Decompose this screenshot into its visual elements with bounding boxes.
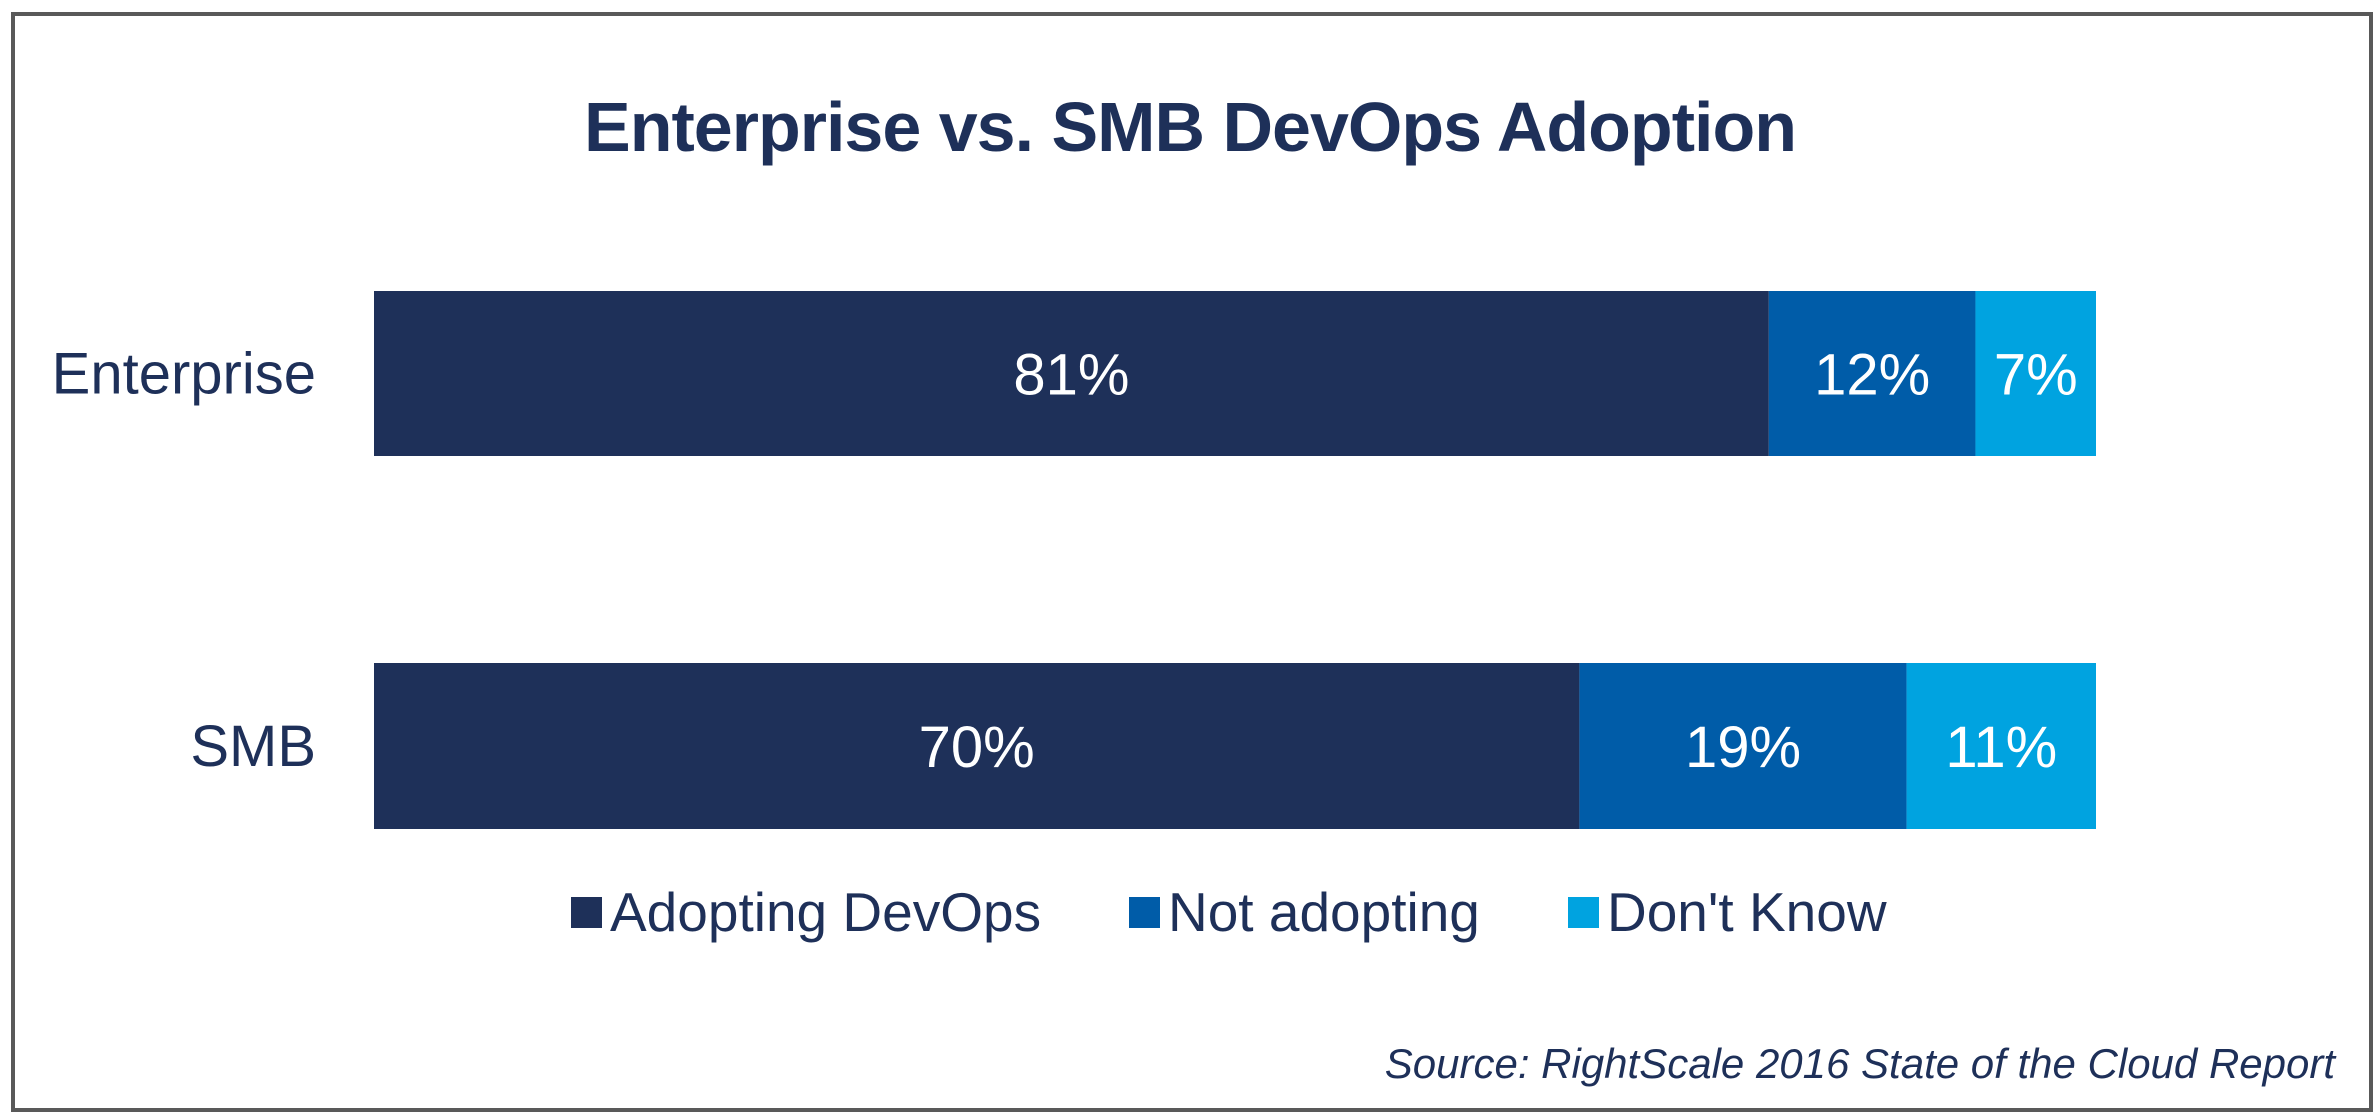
legend-swatch-not-adopting xyxy=(1129,896,1160,928)
legend-label-adopting: Adopting DevOps xyxy=(610,880,1042,943)
data-label-enterprise-not-adopting: 12% xyxy=(1814,343,1930,408)
legend-label-not-adopting: Not adopting xyxy=(1168,880,1480,943)
source-note: Source: RightScale 2016 State of the Clo… xyxy=(1384,1040,2335,1087)
category-label-enterprise: Enterprise xyxy=(52,342,316,407)
stacked-bar-chart: Enterprise 81% 12% 7% SMB 70% 19% 11% xyxy=(52,291,2096,829)
data-label-enterprise-adopting-devops: 81% xyxy=(1013,343,1129,408)
category-label-smb: SMB xyxy=(190,714,316,779)
legend-label-dont-know: Don't Know xyxy=(1607,880,1887,943)
data-label-smb-not-adopting: 19% xyxy=(1685,715,1801,780)
legend-swatch-adopting xyxy=(571,896,602,928)
legend-item-not-adopting: Not adopting xyxy=(1129,884,1480,940)
data-label-enterprise-don-t-know: 7% xyxy=(1994,343,2078,408)
data-label-smb-adopting-devops: 70% xyxy=(919,715,1035,780)
data-label-smb-don-t-know: 11% xyxy=(1945,715,2057,780)
legend-item-dont-know: Don't Know xyxy=(1568,884,1887,940)
legend-item-adopting: Adopting DevOps xyxy=(571,884,1041,940)
legend-swatch-dont-know xyxy=(1568,896,1599,928)
legend: Adopting DevOps Not adopting Don't Know xyxy=(0,884,2380,944)
